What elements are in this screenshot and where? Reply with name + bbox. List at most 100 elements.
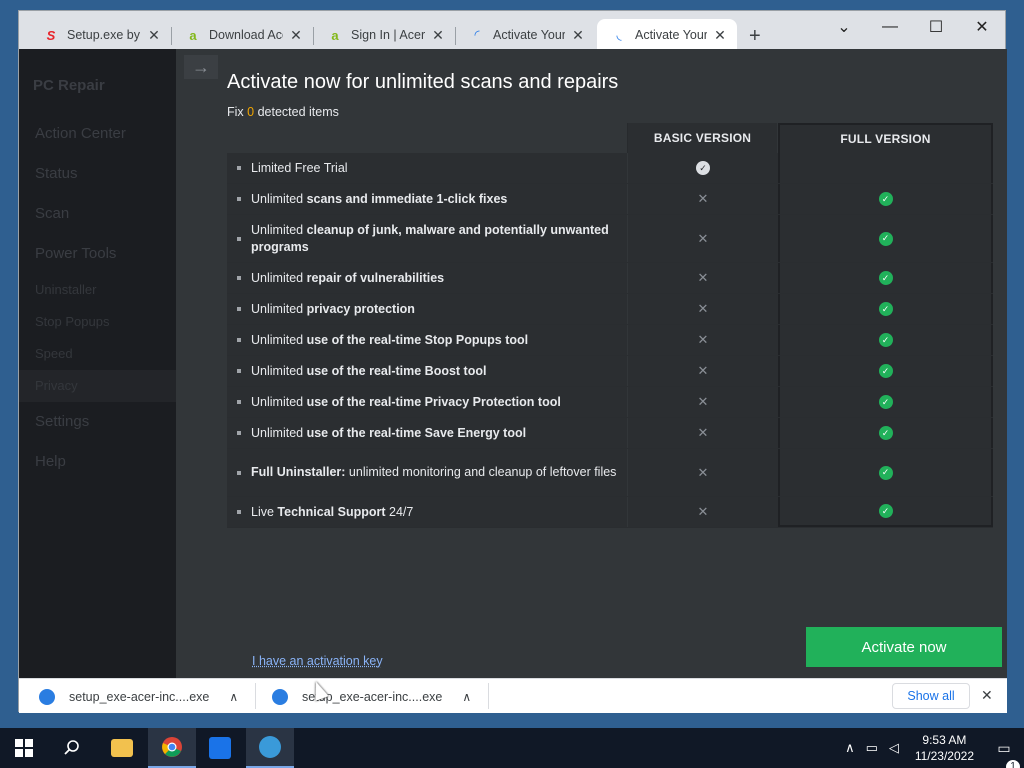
feature-text: Unlimited use of the real-time Stop Popu… [251, 332, 528, 349]
sidebar-item-stop-popups[interactable]: Stop Popups [35, 314, 109, 329]
checkmark-icon: ✓ [878, 271, 893, 285]
tab-activate-1[interactable]: ◜ Activate Your C ✕ [455, 19, 595, 51]
search-button[interactable] [48, 728, 96, 768]
feature-label: Unlimited use of the real-time Privacy P… [227, 387, 627, 417]
sidebar-item-scan[interactable]: Scan [35, 205, 69, 222]
feature-label: Unlimited privacy protection [227, 294, 627, 324]
tab-sign-in[interactable]: a Sign In | Acer I ✕ [313, 19, 455, 51]
download-shelf: setup_exe-acer-inc....exe ∧ setup_exe-ac… [19, 678, 1007, 713]
arrow-right-icon[interactable]: → [184, 55, 218, 79]
full-version-cell: ✓ [778, 294, 993, 324]
feature-text: Unlimited use of the real-time Boost too… [251, 363, 486, 380]
feature-text: Full Uninstaller: unlimited monitoring a… [251, 464, 616, 481]
full-version-cell: ✓ [778, 387, 993, 417]
avast-brand-icon: S [46, 27, 56, 43]
close-icon[interactable]: ✕ [571, 27, 585, 44]
checkmark-icon: ✓ [878, 364, 893, 378]
network-icon[interactable]: ▭ [861, 740, 883, 756]
checkmark-icon: ✓ [878, 302, 893, 316]
full-version-cell: ✓ [778, 215, 993, 262]
x-mark-icon: ✕ [697, 425, 709, 440]
basic-version-cell: ✕ [627, 184, 778, 214]
app-name: PC Repair [33, 77, 105, 94]
checkmark-icon: ✓ [878, 395, 893, 409]
sidebar-item-settings[interactable]: Settings [35, 413, 89, 430]
activation-modal: → Activate now for unlimited scans and r… [176, 49, 1007, 678]
close-shelf-button[interactable]: ✕ [981, 687, 993, 704]
window-controls: ⌄ — ☐ ✕ [821, 11, 1005, 43]
close-window-button[interactable]: ✕ [959, 11, 1005, 43]
system-tray: ∧ ▭ ◁ 9:53 AM 11/23/2022 ▭ 1 [839, 728, 1024, 768]
close-icon[interactable]: ✕ [713, 27, 727, 44]
x-mark-icon: ✕ [697, 464, 709, 480]
pc-repair-button[interactable] [246, 728, 294, 768]
comparison-row: Unlimited scans and immediate 1-click fi… [227, 184, 993, 215]
chevron-up-icon[interactable]: ∧ [462, 690, 471, 704]
activation-key-link[interactable]: I have an activation key [252, 654, 383, 668]
feature-text-plain: Unlimited [251, 301, 307, 316]
x-mark-icon: ✕ [697, 332, 709, 347]
comparison-row: Unlimited use of the real-time Boost too… [227, 356, 993, 387]
comparison-row: Unlimited repair of vulnerabilities ✕ ✓ [227, 263, 993, 294]
file-explorer-button[interactable] [98, 728, 146, 768]
taskbar: ∧ ▭ ◁ 9:53 AM 11/23/2022 ▭ 1 [0, 728, 1024, 768]
comparison-row: Unlimited use of the real-time Stop Popu… [227, 325, 993, 356]
wrench-icon [259, 736, 281, 758]
sidebar-item-privacy[interactable]: Privacy [35, 378, 78, 393]
feature-text-plain: Unlimited [251, 425, 307, 440]
tab-activate-2[interactable]: ◟ Activate Your C ✕ [597, 19, 737, 51]
show-all-button[interactable]: Show all [892, 683, 970, 709]
feature-text-bold: use of the real-time Stop Popups tool [306, 332, 529, 347]
chevron-up-icon[interactable]: ∧ [229, 690, 238, 704]
loading-icon: ◜ [474, 27, 480, 42]
tab-search-button[interactable]: ⌄ [821, 11, 867, 43]
sidebar-item-power-tools[interactable]: Power Tools [35, 245, 116, 262]
tab-strip: S Setup.exe by A ✕ a Download Ace ✕ a Si… [19, 11, 1005, 51]
fix-count: 0 [247, 105, 255, 119]
feature-label: Unlimited cleanup of junk, malware and p… [227, 215, 627, 262]
chevron-up-icon[interactable]: ∧ [839, 740, 861, 756]
sidebar-item-help[interactable]: Help [35, 453, 66, 470]
new-tab-button[interactable]: + [749, 25, 761, 48]
close-icon[interactable]: ✕ [147, 27, 161, 44]
sidebar-item-uninstaller[interactable]: Uninstaller [35, 282, 96, 297]
download-item[interactable]: setup_exe-acer-inc....exe ∧ [39, 679, 238, 714]
feature-text-plain: Unlimited [251, 394, 307, 409]
tab-title: Activate Your C [635, 28, 707, 42]
feature-label: Unlimited repair of vulnerabilities [227, 263, 627, 293]
minimize-button[interactable]: — [867, 11, 913, 43]
activate-now-button[interactable]: Activate now [806, 627, 1002, 667]
feature-text-bold: Full Uninstaller: [251, 465, 346, 479]
close-icon[interactable]: ✕ [289, 27, 303, 44]
basic-version-cell: ✕ [627, 263, 778, 293]
feature-text-plain: Unlimited [251, 222, 307, 237]
feature-text-plain: unlimited monitoring and cleanup of left… [345, 465, 617, 479]
chrome-button[interactable] [148, 728, 196, 768]
page-content: PC Repair Action Center Status Scan Powe… [19, 49, 1007, 678]
notification-button[interactable]: ▭ 1 [984, 740, 1024, 768]
full-version-cell: ✓ [778, 263, 993, 293]
close-icon[interactable]: ✕ [431, 27, 445, 44]
feature-label: Unlimited use of the real-time Stop Popu… [227, 325, 627, 355]
sidebar-item-speed[interactable]: Speed [35, 346, 73, 361]
feature-label: Unlimited use of the real-time Save Ener… [227, 418, 627, 448]
feature-text: Unlimited repair of vulnerabilities [251, 270, 444, 287]
download-item[interactable]: setup_exe-acer-inc....exe ∧ [272, 679, 471, 714]
maximize-button[interactable]: ☐ [913, 11, 959, 43]
sidebar-item-status[interactable]: Status [35, 165, 78, 182]
tab-setup[interactable]: S Setup.exe by A ✕ [29, 19, 171, 51]
basic-version-header: BASIC VERSION [627, 123, 777, 153]
start-button[interactable] [0, 728, 48, 768]
feature-text-bold: Technical Support [277, 504, 386, 519]
feature-text: Unlimited cleanup of junk, malware and p… [251, 222, 617, 256]
sidebar-item-action-center[interactable]: Action Center [35, 125, 126, 142]
clock[interactable]: 9:53 AM 11/23/2022 [915, 732, 974, 764]
comparison-row: Live Technical Support 24/7 ✕ ✓ [227, 497, 993, 528]
full-version-cell: ✓ [778, 497, 993, 527]
volume-icon[interactable]: ◁ [883, 740, 905, 756]
store-button[interactable] [196, 728, 244, 768]
basic-version-cell: ✕ [627, 387, 778, 417]
tab-title: Sign In | Acer I [351, 28, 425, 42]
basic-version-cell: ✕ [627, 418, 778, 448]
tab-download-acer[interactable]: a Download Ace ✕ [171, 19, 313, 51]
